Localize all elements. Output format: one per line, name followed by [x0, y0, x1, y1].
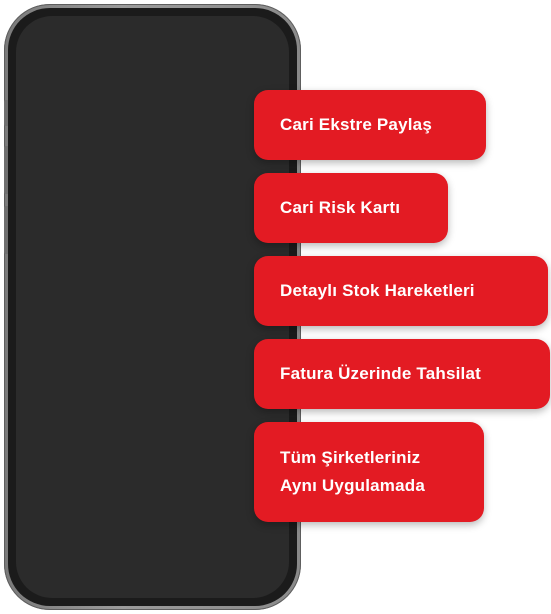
feature-label: Fatura Üzerinde Tahsilat — [280, 364, 481, 383]
feature-card-detayli-stok-hareketleri[interactable]: Detaylı Stok Hareketleri — [254, 256, 548, 326]
feature-label: Cari Risk Kartı — [280, 198, 401, 217]
phone-screen — [16, 16, 289, 598]
feature-card-tum-sirketleriniz[interactable]: Tüm Şirketleriniz Aynı Uygulamada — [254, 422, 484, 522]
feature-label-line-1: Tüm Şirketleriniz — [280, 448, 421, 467]
feature-label-line-2: Aynı Uygulamada — [280, 476, 426, 495]
feature-card-cari-risk-karti[interactable]: Cari Risk Kartı — [254, 173, 448, 243]
feature-label: Detaylı Stok Hareketleri — [280, 281, 475, 300]
feature-label: Cari Ekstre Paylaş — [280, 115, 432, 134]
feature-card-cari-ekstre-paylas[interactable]: Cari Ekstre Paylaş — [254, 90, 486, 160]
feature-card-fatura-uzerinde-tahsilat[interactable]: Fatura Üzerinde Tahsilat — [254, 339, 550, 409]
